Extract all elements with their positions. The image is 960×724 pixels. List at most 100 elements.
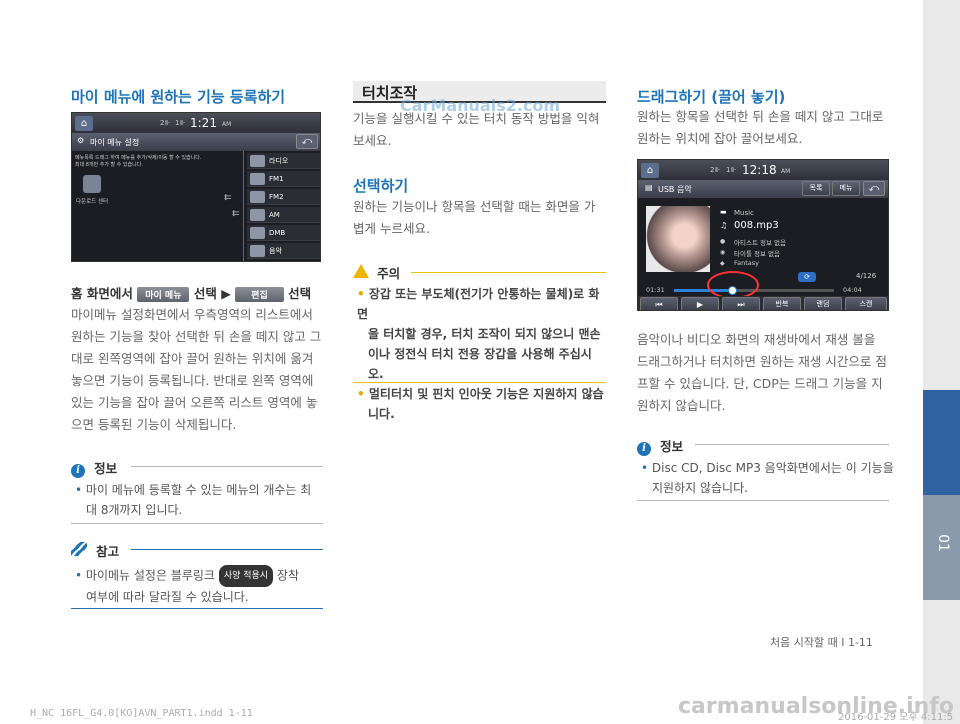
paragraph-line: 보세요. — [353, 133, 392, 148]
info-box-right: i 정보 — [637, 436, 889, 456]
back-button[interactable]: ⤺ — [296, 134, 318, 149]
signal-indicator: 2⊪ — [710, 166, 721, 174]
radio-icon — [250, 173, 265, 185]
bullet: • — [641, 461, 649, 475]
paragraph-line: 프할 수 있습니다. 단, CDP는 드래그 기능을 지 — [637, 376, 883, 391]
divider — [637, 500, 889, 501]
title-info: 타이틀 정보 없음 — [734, 250, 780, 258]
mymenu-button-ref: 마이 메뉴 — [137, 287, 190, 302]
menu-item-label: DMB — [269, 229, 286, 237]
radio-icon — [250, 155, 265, 167]
caution-line: 이나 정전식 터치 전용 장갑을 사용해 주십시오. — [368, 347, 592, 381]
caution-line: 니다. — [368, 407, 395, 421]
divider — [71, 523, 323, 524]
menu-item-fm1[interactable]: FM1 — [247, 171, 320, 187]
note-label: 참고 — [96, 544, 120, 559]
next-button[interactable]: ⏭ — [722, 297, 760, 310]
menu-item-radio[interactable]: 라디오 — [247, 153, 320, 169]
elapsed-time: 01:31 — [646, 286, 665, 294]
info-line: 지원하지 않습니다. — [652, 481, 748, 495]
repeat-icon: ⟳ — [798, 272, 816, 282]
download-center-label: 다운로드 센터 — [76, 199, 109, 205]
page-number: 처음 시작할 때 I 1-11 — [770, 636, 873, 649]
random-button[interactable]: 랜덤 — [804, 297, 842, 310]
status-bar: ⌂ 2⊪ 1⊪ 12:18 AM — [638, 160, 888, 180]
back-button[interactable]: ⤺ — [863, 181, 885, 196]
note-icon: ♫ — [720, 221, 728, 230]
note-line: 마이메뉴 설정은 블루링크 — [85, 568, 215, 583]
paragraph-line: 있는 기능을 잡아 끌어 오른쪽 리스트 영역에 놓 — [71, 395, 318, 410]
paragraph-line: 드래그하거나 터치하면 원하는 재생 시간으로 점 — [637, 354, 887, 369]
screen-header-label: 마이 메뉴 설정 — [90, 138, 140, 147]
list-button[interactable]: 목록 — [802, 181, 830, 196]
divider — [353, 382, 606, 383]
status-bar: ⌂ 2⊪ 1⊪ 1:21 AM — [72, 113, 320, 133]
divider — [131, 466, 323, 467]
info-label: 정보 — [660, 439, 684, 454]
channel-indicator: 1⊪ — [726, 166, 737, 174]
channel-indicator: 1⊪ — [175, 119, 186, 127]
info-line: 대 8개까지 입니다. — [86, 503, 183, 517]
track-counter: 4/126 — [856, 272, 877, 280]
drag-arrow-icon: ⇇ — [232, 209, 240, 219]
edit-button-ref: 편집 — [235, 287, 284, 302]
radio-icon — [250, 191, 265, 203]
menu-item-label: 라디오 — [269, 157, 289, 165]
menu-button[interactable]: 메뉴 — [832, 181, 860, 196]
note-content: • 마이메뉴 설정은 블루링크 사양 적용시 장착 여부에 따라 달라질 수 있… — [75, 565, 325, 607]
prev-button[interactable]: ⏮ — [640, 297, 678, 310]
divider — [131, 549, 323, 550]
title-icon: ◉ — [720, 249, 726, 256]
repeat-button[interactable]: 반복 — [763, 297, 801, 310]
chapter-side-tab — [923, 0, 960, 724]
paragraph-line: 음악이나 비디오 화면의 재생바에서 재생 볼을 — [637, 332, 876, 347]
paragraph-line: 으면 등록된 기능이 삭제됩니다. — [71, 417, 237, 432]
subsection-title-select: 선택하기 — [353, 177, 409, 195]
bullet: • — [75, 568, 83, 583]
screen-header-label: USB 음악 — [658, 185, 692, 194]
bullet: • — [357, 387, 365, 401]
tv-icon — [250, 227, 265, 239]
section-title-drag: 드래그하기 (끌어 놓기) — [637, 88, 786, 106]
caution-box: 주의 — [353, 263, 606, 282]
signal-indicator: 2⊪ — [160, 119, 171, 127]
note-icon — [71, 542, 87, 556]
download-center-icon[interactable] — [83, 175, 101, 193]
play-button[interactable]: ▶ — [681, 297, 719, 310]
menu-item-music[interactable]: 음악 — [247, 243, 320, 259]
menu-item-label: 음악 — [269, 247, 282, 255]
bullet: • — [357, 287, 365, 301]
radio-icon — [250, 209, 265, 221]
menu-item-label: FM2 — [269, 193, 284, 201]
scan-button[interactable]: 스캔 — [845, 297, 887, 310]
info-label: 정보 — [94, 461, 118, 476]
menu-item-dmb[interactable]: DMB — [247, 225, 320, 241]
menu-item-am[interactable]: AM — [247, 207, 320, 223]
menu-item-label: AM — [269, 211, 280, 219]
genre-icon: ◆ — [720, 260, 725, 267]
screen-header: ⚙ 마이 메뉴 설정 ⤺ — [72, 133, 320, 151]
info-content-right: • Disc CD, Disc MP3 음악화면에서는 이 기능을 지원하지 않… — [641, 458, 894, 498]
caution-line: 장갑 또는 부도체(전기가 안통하는 물체)로 화면 — [357, 287, 600, 321]
caution-line: 을 터치할 경우, 터치 조작이 되지 않으니 맨손 — [368, 327, 601, 341]
section-title-mymenu: 마이 메뉴에 원하는 기능 등록하기 — [71, 88, 286, 106]
watermark-bottom: carmanualsonline.info — [678, 694, 954, 719]
gear-icon: ⚙ — [77, 136, 85, 145]
folder-icon: ▬ — [720, 208, 727, 216]
touch-intro: 기능을 실행시킬 수 있는 터치 동작 방법을 익혀 보세요. — [353, 108, 606, 152]
step-prefix: 홈 화면에서 — [71, 286, 133, 301]
artist-info: 아티스트 정보 없음 — [734, 239, 786, 247]
info-icon: i — [637, 442, 651, 456]
menu-item-fm2[interactable]: FM2 — [247, 189, 320, 205]
caution-label: 주의 — [377, 266, 401, 281]
paragraph-line: 원하는 위치에 잡아 끌어보세요. — [637, 131, 803, 146]
info-content-left: • 마이 메뉴에 등록할 수 있는 메뉴의 개수는 최 대 8개까지 입니다. — [75, 480, 323, 520]
spec-pill: 사양 적용시 — [218, 565, 274, 587]
info-line: Disc CD, Disc MP3 음악화면에서는 이 기능을 — [651, 461, 894, 475]
paragraph-line: 원하는 기능이나 항목을 선택할 때는 화면을 가 — [353, 199, 596, 214]
bullet: • — [75, 483, 83, 497]
chapter-tab-active — [923, 390, 960, 495]
clock-ampm: AM — [222, 121, 232, 128]
step-select: 선택 ▶ — [193, 286, 231, 301]
mymenu-paragraph: 마이메뉴 설정화면에서 우측영역의 리스트에서 원하는 기능을 찾아 선택한 뒤… — [71, 304, 323, 436]
